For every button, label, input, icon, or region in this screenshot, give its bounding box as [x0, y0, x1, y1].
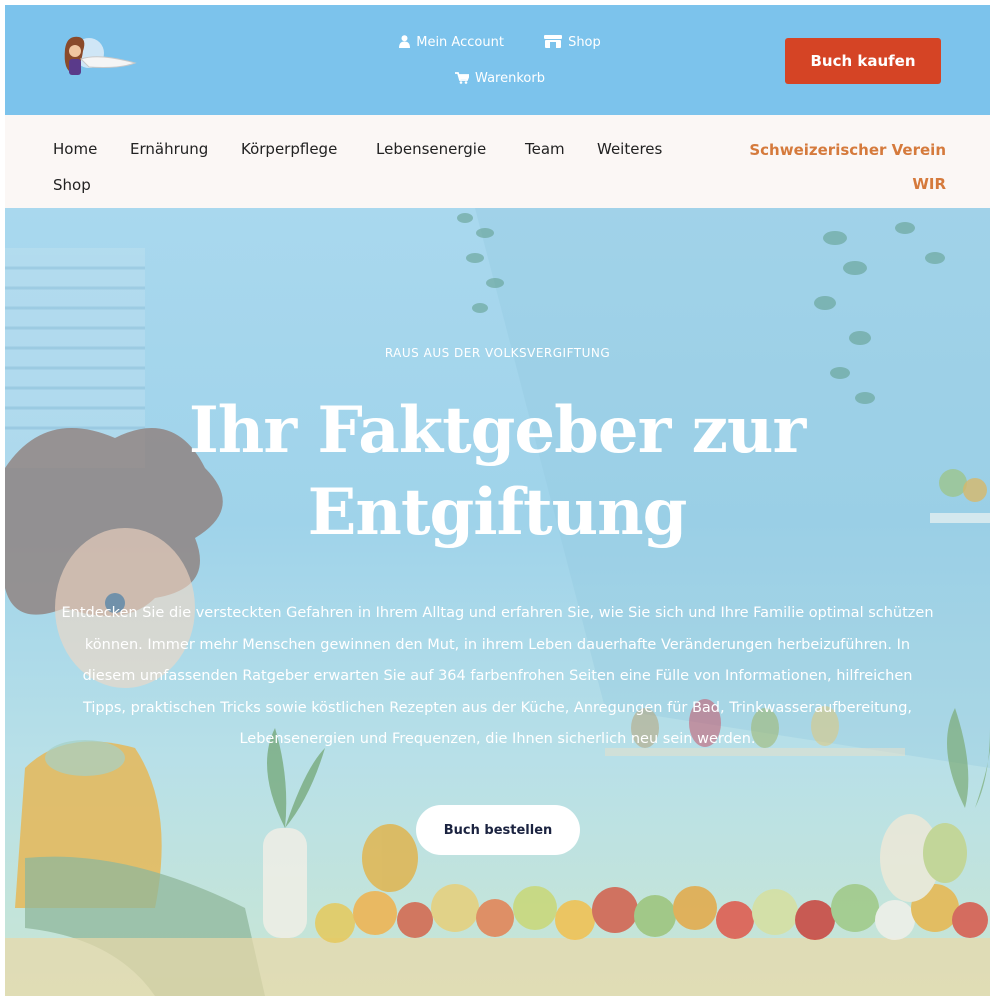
nav-item-shop[interactable]: Shop — [53, 176, 91, 194]
nav-item-team[interactable]: Team — [525, 140, 565, 158]
hero-section: RAUS AUS DER VOLKSVERGIFTUNG Ihr Faktgeb… — [5, 208, 990, 996]
mein-account-link[interactable]: Mein Account — [399, 33, 504, 55]
nav-item-koerperpflege[interactable]: Körperpflege — [241, 140, 337, 158]
verein-line-1: Schweizerischer Verein — [749, 141, 946, 159]
cart-icon — [455, 71, 471, 91]
top-bar: Mein Account Shop Warenkorb Buch kaufen — [5, 5, 990, 115]
store-icon — [544, 35, 563, 55]
user-icon — [399, 35, 411, 55]
account-links: Mein Account Shop Warenkorb — [365, 33, 635, 105]
nav-item-verein-wir[interactable]: Schweizerischer Verein WIR — [749, 133, 946, 201]
hero-eyebrow: RAUS AUS DER VOLKSVERGIFTUNG — [384, 346, 611, 360]
shop-label: Shop — [568, 35, 601, 50]
nav-item-lebensenergie[interactable]: Lebensenergie — [376, 140, 486, 158]
page-frame: Mein Account Shop Warenkorb Buch kaufen … — [5, 5, 990, 996]
nav-item-home[interactable]: Home — [53, 140, 97, 158]
shop-link[interactable]: Shop — [544, 33, 601, 55]
buch-kaufen-button[interactable]: Buch kaufen — [785, 38, 941, 84]
hero-headline-line-1: Ihr Faktgeber zur — [188, 393, 806, 468]
hero-headline-line-2: Entgiftung — [307, 475, 688, 550]
warenkorb-link[interactable]: Warenkorb — [455, 69, 545, 91]
warenkorb-label: Warenkorb — [475, 71, 545, 86]
hero-description: Entdecken Sie die versteckten Gefahren i… — [61, 605, 934, 747]
mein-account-label: Mein Account — [416, 35, 504, 50]
verein-line-2: WIR — [912, 175, 946, 193]
hero-headline: Ihr Faktgeber zur Entgiftung — [97, 390, 897, 554]
nav-item-ernaehrung[interactable]: Ernährung — [130, 140, 208, 158]
nav-item-weiteres[interactable]: Weiteres — [597, 140, 662, 158]
site-logo[interactable] — [59, 33, 139, 83]
main-nav: Home Ernährung Körperpflege Lebensenergi… — [5, 115, 990, 208]
buch-bestellen-button[interactable]: Buch bestellen — [416, 805, 580, 855]
